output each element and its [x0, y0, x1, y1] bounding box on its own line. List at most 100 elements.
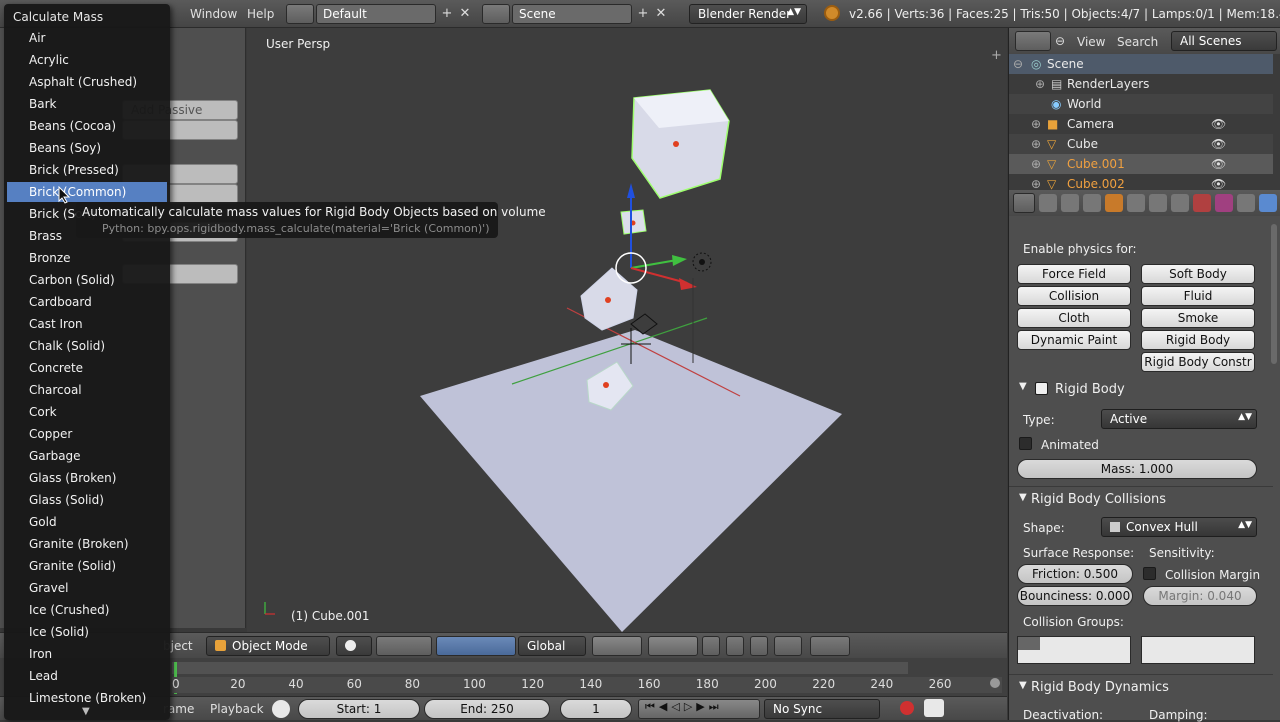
menu-window[interactable]: Window — [190, 7, 237, 21]
mode-select[interactable]: Object Mode — [206, 636, 330, 656]
manipulator-buttons[interactable] — [436, 636, 516, 656]
outliner-search-menu[interactable]: Search — [1117, 35, 1158, 49]
menu-item[interactable]: Iron — [7, 644, 167, 664]
menu-item[interactable]: Brick (Common) — [7, 182, 167, 202]
menu-item[interactable]: Gold — [7, 512, 167, 532]
remove-scene-icon[interactable]: ✕ — [652, 5, 670, 23]
screen-layout-field[interactable]: Default — [316, 4, 436, 24]
rigid-body-constraint-button[interactable]: Rigid Body Constr — [1141, 352, 1255, 372]
soft-body-button[interactable]: Soft Body — [1141, 264, 1255, 284]
menu-item[interactable]: Brick (Pressed) — [7, 160, 167, 180]
scene-field[interactable]: Scene — [512, 4, 632, 24]
force-field-button[interactable]: Force Field — [1017, 264, 1131, 284]
dynamics-panel-header[interactable]: ▼ Rigid Body Dynamics — [1009, 674, 1273, 698]
outliner-filter-select[interactable]: All Scenes — [1171, 31, 1277, 51]
menu-item[interactable]: Copper — [7, 424, 167, 444]
menu-playback[interactable]: Playback — [210, 702, 264, 716]
editor-type-icon[interactable] — [1013, 193, 1035, 213]
lock-layer-icon[interactable] — [702, 636, 720, 656]
scene-icon[interactable] — [482, 4, 510, 24]
cloth-button[interactable]: Cloth — [1017, 308, 1131, 328]
menu-item[interactable]: Cardboard — [7, 292, 167, 312]
animated-checkbox[interactable] — [1019, 437, 1032, 450]
menu-item[interactable]: Ice (Crushed) — [7, 600, 167, 620]
bounciness-field[interactable]: Bounciness: 0.000 — [1017, 586, 1133, 606]
outliner-view-menu[interactable]: View — [1077, 35, 1105, 49]
material-tab-icon[interactable] — [1193, 194, 1211, 212]
scroll-handle[interactable] — [990, 678, 1000, 688]
rigid-body-button[interactable]: Rigid Body — [1141, 330, 1255, 350]
menu-item[interactable]: Cork — [7, 402, 167, 422]
modifiers-tab-icon[interactable] — [1149, 194, 1167, 212]
menu-item[interactable]: Limestone (Broken) — [7, 688, 167, 708]
screen-layout-icon[interactable] — [286, 4, 314, 24]
menu-help[interactable]: Help — [247, 7, 274, 21]
render-buttons[interactable] — [810, 636, 850, 656]
collision-groups-a[interactable] — [1017, 636, 1131, 664]
preview-range-icon[interactable] — [272, 700, 290, 718]
scene-tab-icon[interactable] — [1083, 194, 1101, 212]
menu-item[interactable]: Garbage — [7, 446, 167, 466]
eye-icon[interactable]: 👁 — [1211, 157, 1226, 171]
current-frame-field[interactable]: 1 — [560, 699, 632, 719]
shape-select[interactable]: Convex Hull ▲▼ — [1101, 517, 1257, 537]
sync-select[interactable]: No Sync — [764, 699, 880, 719]
end-frame-field[interactable]: End: 250 — [424, 699, 550, 719]
mass-field[interactable]: Mass: 1.000 — [1017, 459, 1257, 479]
constraints-tab-icon[interactable] — [1127, 194, 1145, 212]
outliner-row-renderlayers[interactable]: ⊕ ▤ RenderLayers — [1009, 74, 1273, 94]
playback-controls[interactable]: ⏮◀◁▷▶⏭ — [638, 699, 760, 719]
eye-icon[interactable]: 👁 — [1211, 137, 1226, 151]
pivot-snap-buttons[interactable] — [376, 636, 432, 656]
snap-icon[interactable] — [750, 636, 768, 656]
collision-groups-b[interactable] — [1141, 636, 1255, 664]
start-frame-field[interactable]: Start: 1 — [298, 699, 420, 719]
active-group-cell[interactable] — [1018, 637, 1040, 650]
menu-item[interactable]: Granite (Solid) — [7, 556, 167, 576]
data-tab-icon[interactable] — [1171, 194, 1189, 212]
layers-grid-1[interactable] — [592, 636, 642, 656]
outliner-collapse-icon[interactable]: ⊖ — [1055, 34, 1065, 48]
menu-item[interactable]: Beans (Soy) — [7, 138, 167, 158]
properties-scrollbar[interactable] — [1271, 224, 1277, 364]
proportional-icon[interactable] — [726, 636, 744, 656]
outliner-row-world[interactable]: ◉ World — [1009, 94, 1273, 114]
menu-item[interactable]: Acrylic — [7, 50, 167, 70]
render-engine-select[interactable]: Blender Render ▲▼ — [689, 4, 807, 24]
outliner-row-camera[interactable]: ⊕ ■ Camera 👁 — [1009, 114, 1273, 134]
record-icon[interactable] — [900, 701, 914, 715]
menu-item[interactable]: Bark — [7, 94, 167, 114]
menu-item[interactable]: Concrete — [7, 358, 167, 378]
object-tab-icon[interactable] — [1105, 194, 1123, 212]
scroll-down-icon[interactable]: ▼ — [82, 706, 90, 717]
add-layout-icon[interactable]: + — [438, 5, 456, 23]
margin-field[interactable]: Margin: 0.040 — [1143, 586, 1257, 606]
keying-icon[interactable] — [924, 699, 944, 717]
dynamic-paint-button[interactable]: Dynamic Paint — [1017, 330, 1131, 350]
physics-tab-icon[interactable] — [1259, 194, 1277, 212]
menu-item[interactable]: Charcoal — [7, 380, 167, 400]
menu-item[interactable]: Granite (Broken) — [7, 534, 167, 554]
friction-field[interactable]: Friction: 0.500 — [1017, 564, 1133, 584]
menu-item[interactable]: Chalk (Solid) — [7, 336, 167, 356]
menu-item[interactable]: Bronze — [7, 248, 167, 268]
rigid-body-checkbox[interactable] — [1035, 382, 1048, 395]
menu-item[interactable]: Asphalt (Crushed) — [7, 72, 167, 92]
3d-viewport[interactable]: User Persp (1) Cube.001 + — [247, 28, 1007, 632]
menu-item[interactable]: Glass (Solid) — [7, 490, 167, 510]
menu-item[interactable]: Glass (Broken) — [7, 468, 167, 488]
menu-item[interactable]: Lead — [7, 666, 167, 686]
particles-tab-icon[interactable] — [1237, 194, 1255, 212]
snap-target-icon[interactable] — [774, 636, 802, 656]
smoke-button[interactable]: Smoke — [1141, 308, 1255, 328]
layers-tab-icon[interactable] — [1061, 194, 1079, 212]
menu-item[interactable]: Beans (Cocoa) — [7, 116, 167, 136]
menu-item[interactable]: Gravel — [7, 578, 167, 598]
eye-icon[interactable]: 👁 — [1211, 177, 1226, 191]
fluid-button[interactable]: Fluid — [1141, 286, 1255, 306]
orientation-select[interactable]: Global — [518, 636, 586, 656]
menu-item[interactable]: Ice (Solid) — [7, 622, 167, 642]
render-tab-icon[interactable] — [1039, 194, 1057, 212]
menu-item[interactable]: Air — [7, 28, 167, 48]
outliner-row-cube[interactable]: ⊕ ▽ Cube 👁 — [1009, 134, 1273, 154]
